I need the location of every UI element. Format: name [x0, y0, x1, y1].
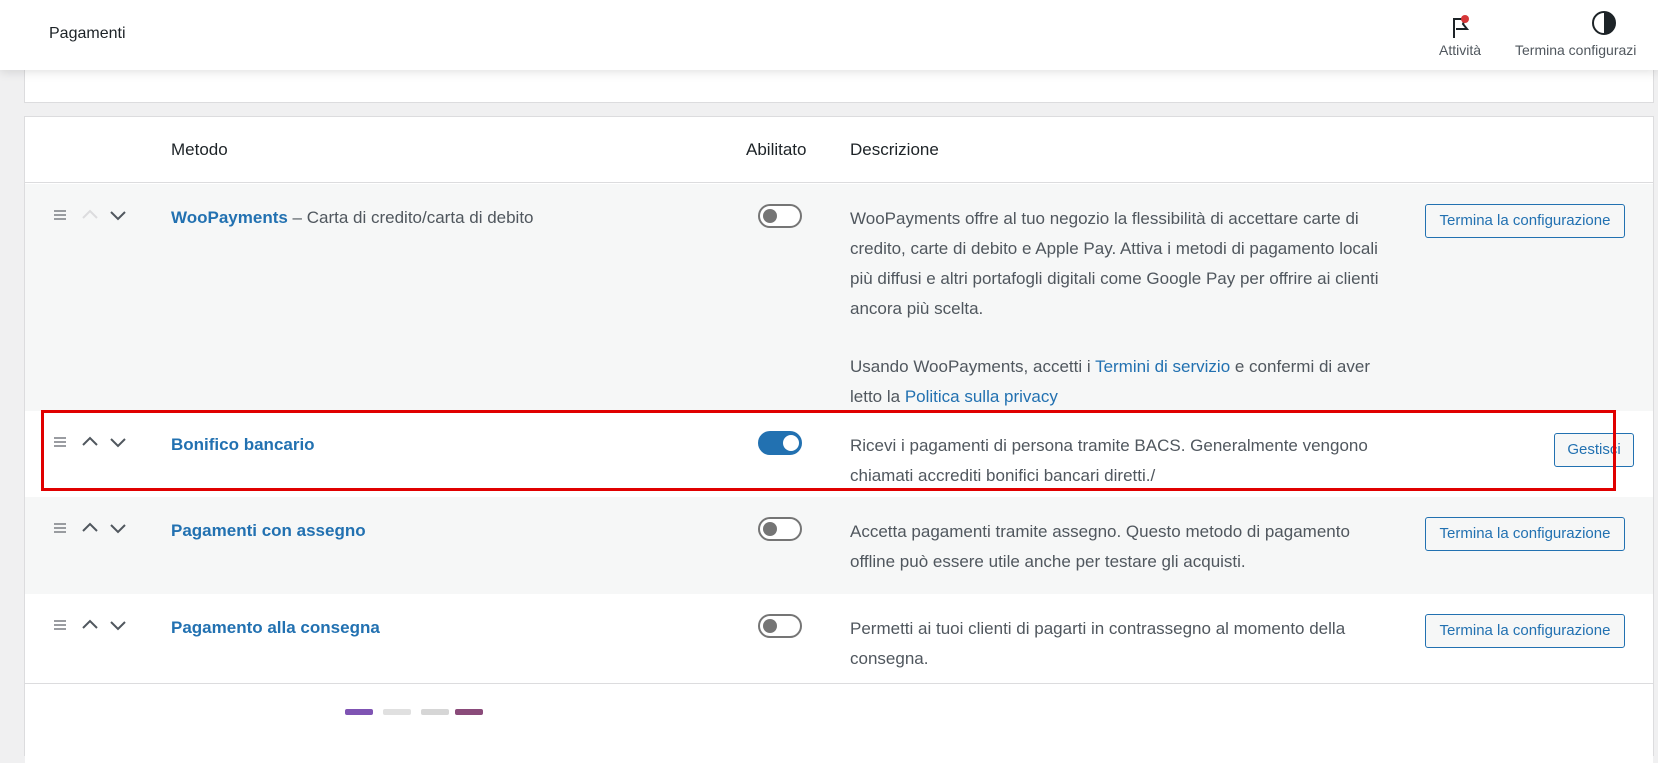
method-description: Ricevi i pagamenti di persona tramite BA… — [850, 436, 1368, 485]
chevron-down-icon[interactable] — [107, 431, 129, 453]
drag-handle-icon[interactable] — [51, 431, 69, 453]
provider-logo — [345, 709, 373, 715]
table-header: Metodo Abilitato Descrizione — [25, 117, 1653, 183]
provider-logo — [455, 709, 483, 715]
method-label: Pagamenti con assegno — [171, 521, 366, 541]
enabled-toggle[interactable] — [758, 431, 802, 455]
chevron-down-icon[interactable] — [107, 204, 129, 226]
chevron-up-icon[interactable] — [79, 431, 101, 453]
method-description: WooPayments offre al tuo negozio la fles… — [850, 209, 1379, 406]
finish-setup-cod-button[interactable]: Termina la configurazione — [1425, 614, 1625, 648]
manage-button[interactable]: Gestisci — [1554, 433, 1634, 467]
column-method: Metodo — [171, 140, 228, 159]
enabled-toggle[interactable] — [758, 204, 802, 228]
finish-setup-button[interactable]: Termina configurazi — [1515, 8, 1636, 58]
chevron-down-icon[interactable] — [107, 517, 129, 539]
chevron-up-icon[interactable] — [79, 204, 101, 226]
activity-button[interactable]: Attività — [1434, 8, 1486, 58]
row-controls — [51, 204, 131, 226]
half-circle-icon — [1587, 8, 1621, 42]
method-link-woopayments[interactable]: WooPayments — [171, 208, 288, 227]
enabled-toggle[interactable] — [758, 517, 802, 541]
top-header: Pagamenti Attività Termina configurazi — [0, 0, 1658, 70]
drag-handle-icon[interactable] — [51, 204, 69, 226]
provider-logo — [421, 709, 449, 715]
chevron-up-icon[interactable] — [79, 614, 101, 636]
method-link-bacs[interactable]: Bonifico bancario — [171, 435, 315, 454]
activity-label: Attività — [1438, 42, 1481, 58]
enabled-toggle[interactable] — [758, 614, 802, 638]
privacy-link[interactable]: Politica sulla privacy — [905, 387, 1058, 406]
method-description: Accetta pagamenti tramite assegno. Quest… — [850, 522, 1350, 571]
row-controls — [51, 614, 131, 636]
page-title: Pagamenti — [49, 25, 126, 42]
more-payment-options-strip — [25, 683, 1653, 763]
table-row: WooPayments – Carta di credito/carta di … — [25, 184, 1653, 411]
finish-setup-label: Termina configurazi — [1515, 42, 1637, 58]
method-description: Permetti ai tuoi clienti di pagarti in c… — [850, 619, 1346, 668]
chevron-up-icon[interactable] — [79, 517, 101, 539]
method-suffix: – Carta di credito/carta di debito — [287, 208, 534, 227]
table-row: Pagamenti con assegno Accetta pagamenti … — [25, 497, 1653, 594]
payment-methods-table: Metodo Abilitato Descrizione WooPayments… — [24, 116, 1654, 763]
method-label: WooPayments – Carta di credito/carta di … — [171, 208, 534, 228]
flag-icon — [1434, 8, 1486, 42]
column-description: Descrizione — [850, 140, 939, 159]
row-controls — [51, 431, 131, 453]
method-link-cod[interactable]: Pagamento alla consegna — [171, 618, 380, 637]
finish-setup-woopayments-button[interactable]: Termina la configurazione — [1425, 204, 1625, 238]
method-link-cheque[interactable]: Pagamenti con assegno — [171, 521, 366, 540]
provider-logo — [383, 709, 411, 715]
method-label: Pagamento alla consegna — [171, 618, 380, 638]
drag-handle-icon[interactable] — [51, 614, 69, 636]
row-controls — [51, 517, 131, 539]
drag-handle-icon[interactable] — [51, 517, 69, 539]
column-enabled: Abilitato — [746, 140, 807, 159]
terms-link[interactable]: Termini di servizio — [1095, 357, 1230, 376]
chevron-down-icon[interactable] — [107, 614, 129, 636]
method-label: Bonifico bancario — [171, 435, 315, 455]
table-row: Bonifico bancario Ricevi i pagamenti di … — [25, 411, 1653, 497]
table-row: Pagamento alla consegna Permetti ai tuoi… — [25, 594, 1653, 683]
finish-setup-cheque-button[interactable]: Termina la configurazione — [1425, 517, 1625, 551]
